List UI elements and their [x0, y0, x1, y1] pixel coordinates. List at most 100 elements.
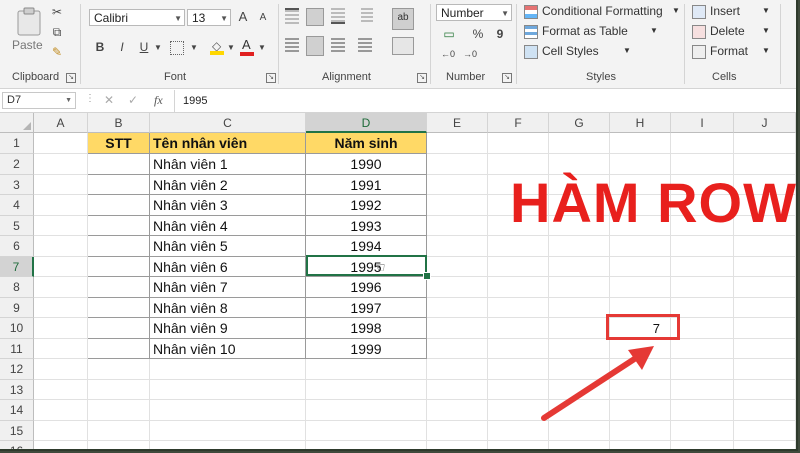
format-painter-icon[interactable]: ✎: [50, 44, 64, 60]
cell-a7[interactable]: [34, 257, 88, 277]
cell-e4[interactable]: [427, 195, 488, 216]
cell-g8[interactable]: [549, 277, 610, 298]
cell-i14[interactable]: [671, 400, 734, 421]
cell-i1[interactable]: [671, 133, 734, 154]
cell-j8[interactable]: [734, 277, 796, 298]
cell-j16[interactable]: [734, 441, 796, 449]
wrap-text-button[interactable]: ab: [392, 8, 414, 30]
format-as-table-button[interactable]: Format as Table ▼: [522, 23, 662, 40]
column-header-d[interactable]: D: [306, 113, 427, 133]
insert-function-icon[interactable]: fx: [154, 93, 163, 108]
underline-button[interactable]: U: [138, 39, 150, 55]
font-launcher-icon[interactable]: ↘: [266, 73, 276, 83]
cell-c1[interactable]: Tên nhân viên: [150, 133, 306, 154]
cell-c4[interactable]: Nhân viên 3: [150, 195, 306, 216]
cell-j7[interactable]: [734, 257, 796, 277]
cell-styles-button[interactable]: Cell Styles ▼: [522, 43, 632, 60]
cell-e12[interactable]: [427, 359, 488, 380]
cell-a12[interactable]: [34, 359, 88, 380]
cell-e1[interactable]: [427, 133, 488, 154]
fill-handle[interactable]: [423, 272, 431, 280]
row-header-14[interactable]: 14: [0, 400, 34, 421]
cell-j11[interactable]: [734, 339, 796, 359]
cell-e16[interactable]: [427, 441, 488, 449]
cell-b11[interactable]: [88, 339, 150, 359]
row-header-2[interactable]: 2: [0, 154, 34, 175]
cell-a1[interactable]: [34, 133, 88, 154]
column-header-a[interactable]: A: [34, 113, 88, 133]
cell-i16[interactable]: [671, 441, 734, 449]
cell-h16[interactable]: [610, 441, 671, 449]
cell-h8[interactable]: [610, 277, 671, 298]
row-header-11[interactable]: 11: [0, 339, 34, 359]
cell-j14[interactable]: [734, 400, 796, 421]
cell-a9[interactable]: [34, 298, 88, 318]
row-header-3[interactable]: 3: [0, 175, 34, 195]
cell-a15[interactable]: [34, 421, 88, 441]
cell-c11[interactable]: Nhân viên 10: [150, 339, 306, 359]
copy-icon[interactable]: ⧉: [50, 24, 64, 40]
row-header-5[interactable]: 5: [0, 216, 34, 236]
row-header-13[interactable]: 13: [0, 380, 34, 400]
font-color-button[interactable]: A: [240, 37, 254, 56]
row-header-4[interactable]: 4: [0, 195, 34, 216]
align-middle-icon[interactable]: [306, 8, 324, 26]
cell-d11[interactable]: 1999: [306, 339, 427, 359]
number-launcher-icon[interactable]: ↘: [502, 73, 512, 83]
cell-b15[interactable]: [88, 421, 150, 441]
cut-icon[interactable]: ✂: [50, 4, 64, 20]
cell-g16[interactable]: [549, 441, 610, 449]
increase-decimal-icon[interactable]: ←0: [440, 46, 456, 62]
column-header-i[interactable]: I: [671, 113, 734, 133]
cell-a4[interactable]: [34, 195, 88, 216]
cell-d15[interactable]: [306, 421, 427, 441]
column-header-h[interactable]: H: [610, 113, 671, 133]
cell-j15[interactable]: [734, 421, 796, 441]
cell-d5[interactable]: 1993: [306, 216, 427, 236]
cell-i12[interactable]: [671, 359, 734, 380]
format-button[interactable]: Format ▼: [690, 43, 770, 60]
cell-a16[interactable]: [34, 441, 88, 449]
cell-a13[interactable]: [34, 380, 88, 400]
cell-g1[interactable]: [549, 133, 610, 154]
cell-b12[interactable]: [88, 359, 150, 380]
cell-c13[interactable]: [150, 380, 306, 400]
cell-c8[interactable]: Nhân viên 7: [150, 277, 306, 298]
cell-e6[interactable]: [427, 236, 488, 257]
cell-j9[interactable]: [734, 298, 796, 318]
cancel-icon[interactable]: ✕: [104, 93, 114, 107]
merge-center-icon[interactable]: [392, 37, 414, 55]
row-header-8[interactable]: 8: [0, 277, 34, 298]
cell-d3[interactable]: 1991: [306, 175, 427, 195]
cell-f1[interactable]: [488, 133, 549, 154]
alignment-launcher-icon[interactable]: ↘: [417, 73, 427, 83]
cell-e15[interactable]: [427, 421, 488, 441]
name-box[interactable]: D7 ▼: [2, 92, 76, 109]
paste-button[interactable]: Paste: [8, 4, 50, 56]
row-header-12[interactable]: 12: [0, 359, 34, 380]
column-header-c[interactable]: C: [150, 113, 306, 133]
cell-c5[interactable]: Nhân viên 4: [150, 216, 306, 236]
cell-j6[interactable]: [734, 236, 796, 257]
align-bottom-icon[interactable]: [331, 8, 345, 24]
cell-e11[interactable]: [427, 339, 488, 359]
cell-i7[interactable]: [671, 257, 734, 277]
cell-c7[interactable]: Nhân viên 6: [150, 257, 306, 277]
cell-c6[interactable]: Nhân viên 5: [150, 236, 306, 257]
cell-g7[interactable]: [549, 257, 610, 277]
select-all-corner[interactable]: [0, 113, 34, 133]
percent-button[interactable]: %: [472, 26, 484, 42]
cell-d13[interactable]: [306, 380, 427, 400]
font-size-select[interactable]: 13 ▼: [187, 9, 231, 26]
cell-d10[interactable]: 1998: [306, 318, 427, 339]
cell-i13[interactable]: [671, 380, 734, 400]
decrease-decimal-icon[interactable]: →0: [462, 46, 478, 62]
cell-g6[interactable]: [549, 236, 610, 257]
number-format-select[interactable]: Number ▼: [436, 4, 512, 21]
cell-f8[interactable]: [488, 277, 549, 298]
cell-d6[interactable]: 1994: [306, 236, 427, 257]
cell-i6[interactable]: [671, 236, 734, 257]
column-header-f[interactable]: F: [488, 113, 549, 133]
fill-color-icon[interactable]: ◇: [210, 39, 224, 55]
cell-c10[interactable]: Nhân viên 9: [150, 318, 306, 339]
